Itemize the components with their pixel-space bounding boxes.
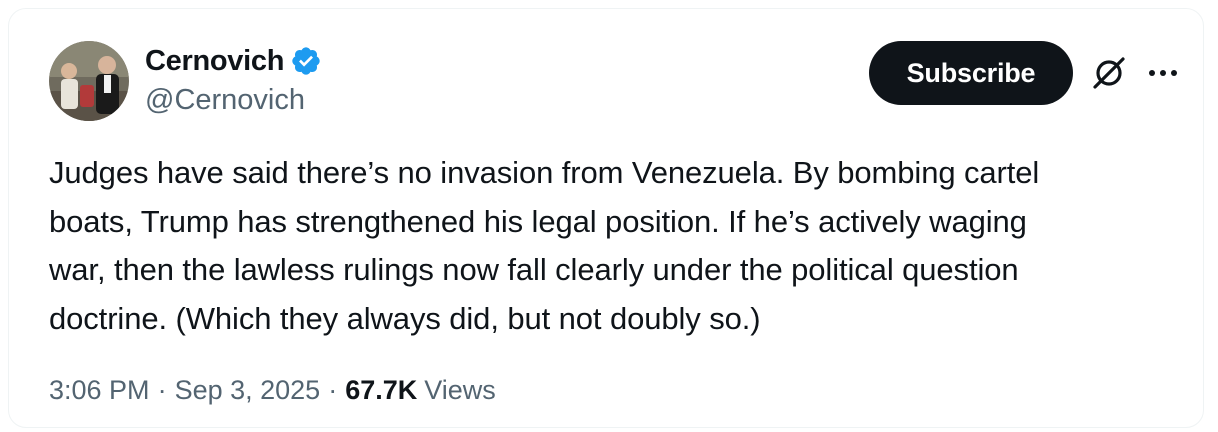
tweet-date[interactable]: Sep 3, 2025 — [175, 375, 321, 406]
display-name[interactable]: Cernovich — [145, 45, 284, 78]
verified-badge-icon — [292, 47, 320, 75]
subscribe-button[interactable]: Subscribe — [869, 41, 1073, 105]
tweet-card: Cernovich @Cernovich Subscribe Judges ha… — [8, 8, 1204, 428]
meta-separator: · — [328, 375, 338, 405]
views-label: Views — [424, 375, 496, 405]
meta-separator: · — [157, 375, 167, 405]
tweet-text: Judges have said there’s no invasion fro… — [49, 155, 1040, 336]
display-name-row[interactable]: Cernovich — [145, 43, 322, 79]
tweet-meta: 3:06 PM · Sep 3, 2025 · 67.7K Views — [49, 375, 496, 406]
grok-icon[interactable] — [1089, 53, 1129, 93]
tweet-time[interactable]: 3:06 PM — [49, 375, 150, 406]
more-dots-icon[interactable] — [1145, 59, 1181, 87]
views-count: 67.7K — [345, 375, 418, 405]
avatar[interactable] — [49, 41, 129, 121]
author-handle[interactable]: @Cernovich — [145, 84, 305, 117]
